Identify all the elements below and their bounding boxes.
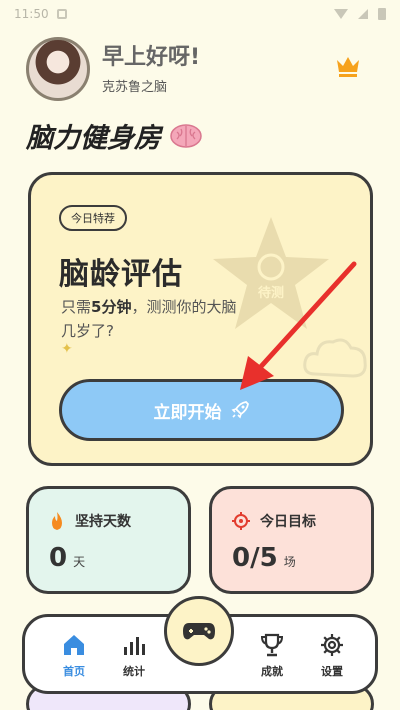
hero-description: 只需5分钟，测测你的大脑几岁了? <box>61 298 237 340</box>
flame-icon <box>52 512 62 530</box>
home-icon <box>64 635 84 655</box>
user-header: 早上好呀! 克苏鲁之脑 <box>26 36 376 102</box>
nav-achievements[interactable]: 成就 <box>247 633 297 679</box>
crown-icon[interactable] <box>334 54 362 78</box>
nav-settings[interactable]: 设置 <box>307 633 357 679</box>
start-button-label: 立即开始 <box>153 402 222 423</box>
gear-icon <box>321 634 343 656</box>
nav-stats[interactable]: 统计 <box>109 633 159 679</box>
goal-unit: 场 <box>283 555 296 569</box>
avatar[interactable] <box>26 37 90 101</box>
wifi-icon <box>334 9 348 19</box>
streak-value: 0 <box>49 543 68 573</box>
status-bar: 11:50 <box>0 0 400 28</box>
target-icon <box>232 512 250 530</box>
notification-icon <box>56 9 67 19</box>
nav-stats-label: 统计 <box>123 665 145 678</box>
hero-title: 脑龄评估 <box>59 257 183 292</box>
trophy-icon <box>260 633 284 657</box>
nav-home[interactable]: 首页 <box>49 633 99 679</box>
streak-label: 坚持天数 <box>75 514 131 530</box>
rocket-icon <box>231 401 249 419</box>
goal-value: 0/5 <box>232 543 278 573</box>
greeting-text: 早上好呀! <box>102 44 201 70</box>
nav-home-label: 首页 <box>63 665 85 678</box>
sparkle-icon: ✦ <box>61 341 73 357</box>
battery-icon <box>378 8 386 20</box>
brain-icon <box>170 123 202 148</box>
annotation-arrow <box>240 261 357 390</box>
streak-unit: 天 <box>73 555 86 569</box>
gamepad-icon <box>183 623 215 640</box>
nav-settings-label: 设置 <box>321 665 343 678</box>
streak-card[interactable]: 坚持天数 0 天 <box>26 486 191 594</box>
daily-goal-card[interactable]: 今日目标 0/5 场 <box>209 486 374 594</box>
game-button[interactable] <box>164 596 234 666</box>
featured-tag: 今日特荐 <box>59 205 127 231</box>
page-title-text: 脑力健身房 <box>26 123 161 154</box>
status-time: 11:50 <box>14 7 49 21</box>
goal-label: 今日目标 <box>260 514 316 530</box>
duration-highlight: 5分钟 <box>91 298 132 316</box>
nav-achievements-label: 成就 <box>261 665 283 678</box>
signal-icon <box>358 9 368 19</box>
bar-chart-icon <box>124 637 145 655</box>
page-title: 脑力健身房 <box>26 116 203 155</box>
username: 克苏鲁之脑 <box>102 79 168 95</box>
